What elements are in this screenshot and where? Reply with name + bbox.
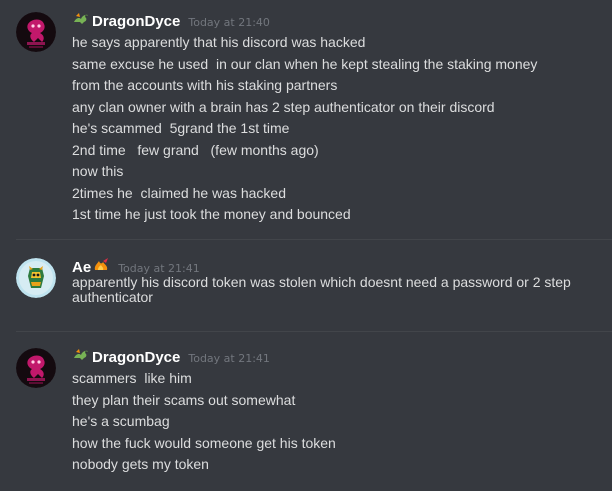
- message-text: he's a scumbag: [72, 413, 170, 429]
- message-text: apparently his discord token was stolen …: [72, 274, 571, 290]
- message-content: Ae Today at 21:41 apparently his discord…: [72, 256, 588, 305]
- dragon-emoji-icon: [74, 13, 88, 24]
- message-header: DragonDyce Today at 21:41: [72, 346, 588, 368]
- message-text: from the accounts with his staking partn…: [72, 77, 338, 93]
- message-text: how the fuck would someone get his token: [72, 434, 336, 451]
- avatar[interactable]: [16, 258, 56, 298]
- message-text: 2times he claimed he was hacked: [72, 184, 286, 201]
- message-divider: [16, 239, 612, 240]
- author-name[interactable]: DragonDyce: [92, 13, 180, 30]
- message-text: they plan their scams out somewhat: [72, 391, 296, 408]
- fire-emoji-icon: [94, 258, 109, 270]
- message-content: DragonDyce Today at 21:41 scammers like …: [72, 346, 588, 476]
- chat-messages: DragonDyce Today at 21:40 he says appare…: [0, 0, 612, 491]
- message-header: Ae Today at 21:41: [72, 256, 588, 276]
- message-text: any clan owner with a brain has 2 step a…: [72, 98, 495, 115]
- message-text: nobody gets my token: [72, 456, 209, 472]
- message-text: 1st time he just took the money and boun…: [72, 206, 351, 222]
- message-timestamp: Today at 21:40: [188, 16, 270, 29]
- message-text: he's scammed 5grand the 1st time: [72, 120, 290, 136]
- avatar[interactable]: [16, 12, 56, 52]
- avatar[interactable]: [16, 348, 56, 388]
- message-header: DragonDyce Today at 21:40: [72, 10, 588, 32]
- message-timestamp: Today at 21:41: [188, 352, 270, 365]
- message-divider: [16, 331, 612, 332]
- message-content: DragonDyce Today at 21:40 he says appare…: [72, 10, 588, 226]
- message-text: now this: [72, 163, 124, 179]
- message-text: he says apparently that his discord was …: [72, 34, 366, 50]
- dragondyce-avatar-image: [16, 12, 56, 52]
- dragondyce-avatar-image: [16, 348, 56, 388]
- ae-avatar-image: [16, 258, 56, 298]
- message-text: 2nd time few grand (few months ago): [72, 141, 319, 158]
- message-text: scammers like him: [72, 370, 192, 386]
- dragon-emoji-icon: [74, 349, 88, 360]
- author-name[interactable]: DragonDyce: [92, 349, 180, 366]
- message-text: authenticator: [72, 289, 153, 305]
- message-text: same excuse he used in our clan when he …: [72, 55, 538, 72]
